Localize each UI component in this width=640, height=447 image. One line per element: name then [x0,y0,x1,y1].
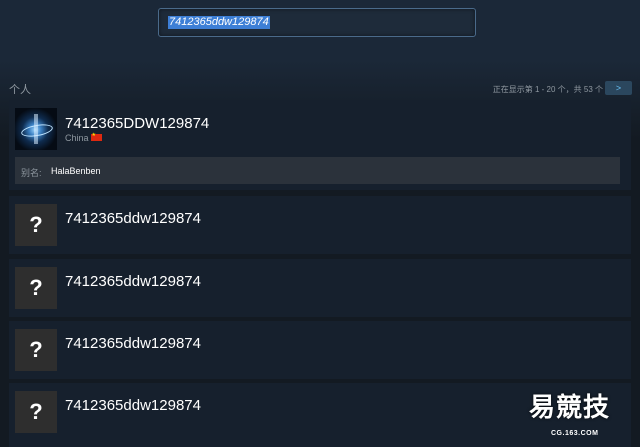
result-name[interactable]: 7412365ddw129874 [65,210,201,227]
user-avatar-icon[interactable] [15,108,57,150]
result-name[interactable]: 7412365ddw129874 [65,273,201,290]
watermark-logo: 易競技 CG.163.COM [529,387,633,441]
result-card[interactable]: 7412365DDW129874 China 别名: HalaBenben [9,100,631,190]
location-text: China [65,133,89,143]
result-card[interactable]: ? 7412365ddw129874 [9,259,631,317]
watermark-url: CG.163.COM [551,430,599,437]
watermark-logo-text: 易競技 [529,393,611,423]
result-card[interactable]: ? 7412365ddw129874 [9,321,631,379]
result-location: China [65,132,102,143]
alias-label: 别名: [21,168,42,178]
unknown-avatar-icon[interactable]: ? [15,391,57,433]
unknown-avatar-icon[interactable]: ? [15,329,57,371]
search-input[interactable]: 7412365ddw129874 [158,8,476,37]
section-title: 个人 [9,84,31,96]
unknown-avatar-icon[interactable]: ? [15,204,57,246]
search-input-value[interactable]: 7412365ddw129874 [168,16,270,29]
result-name[interactable]: 7412365ddw129874 [65,397,201,414]
next-page-button[interactable]: > [605,81,632,95]
alias-value: HalaBenben [51,166,101,176]
result-name[interactable]: 7412365ddw129874 [65,335,201,352]
result-card[interactable]: ? 7412365ddw129874 [9,196,631,254]
unknown-avatar-icon[interactable]: ? [15,267,57,309]
alias-bar: 别名: HalaBenben [15,157,620,184]
paging-status: 正在显示第 1 - 20 个，共 53 个 [492,85,603,94]
result-name[interactable]: 7412365DDW129874 [65,115,209,132]
china-flag-icon [90,132,102,142]
